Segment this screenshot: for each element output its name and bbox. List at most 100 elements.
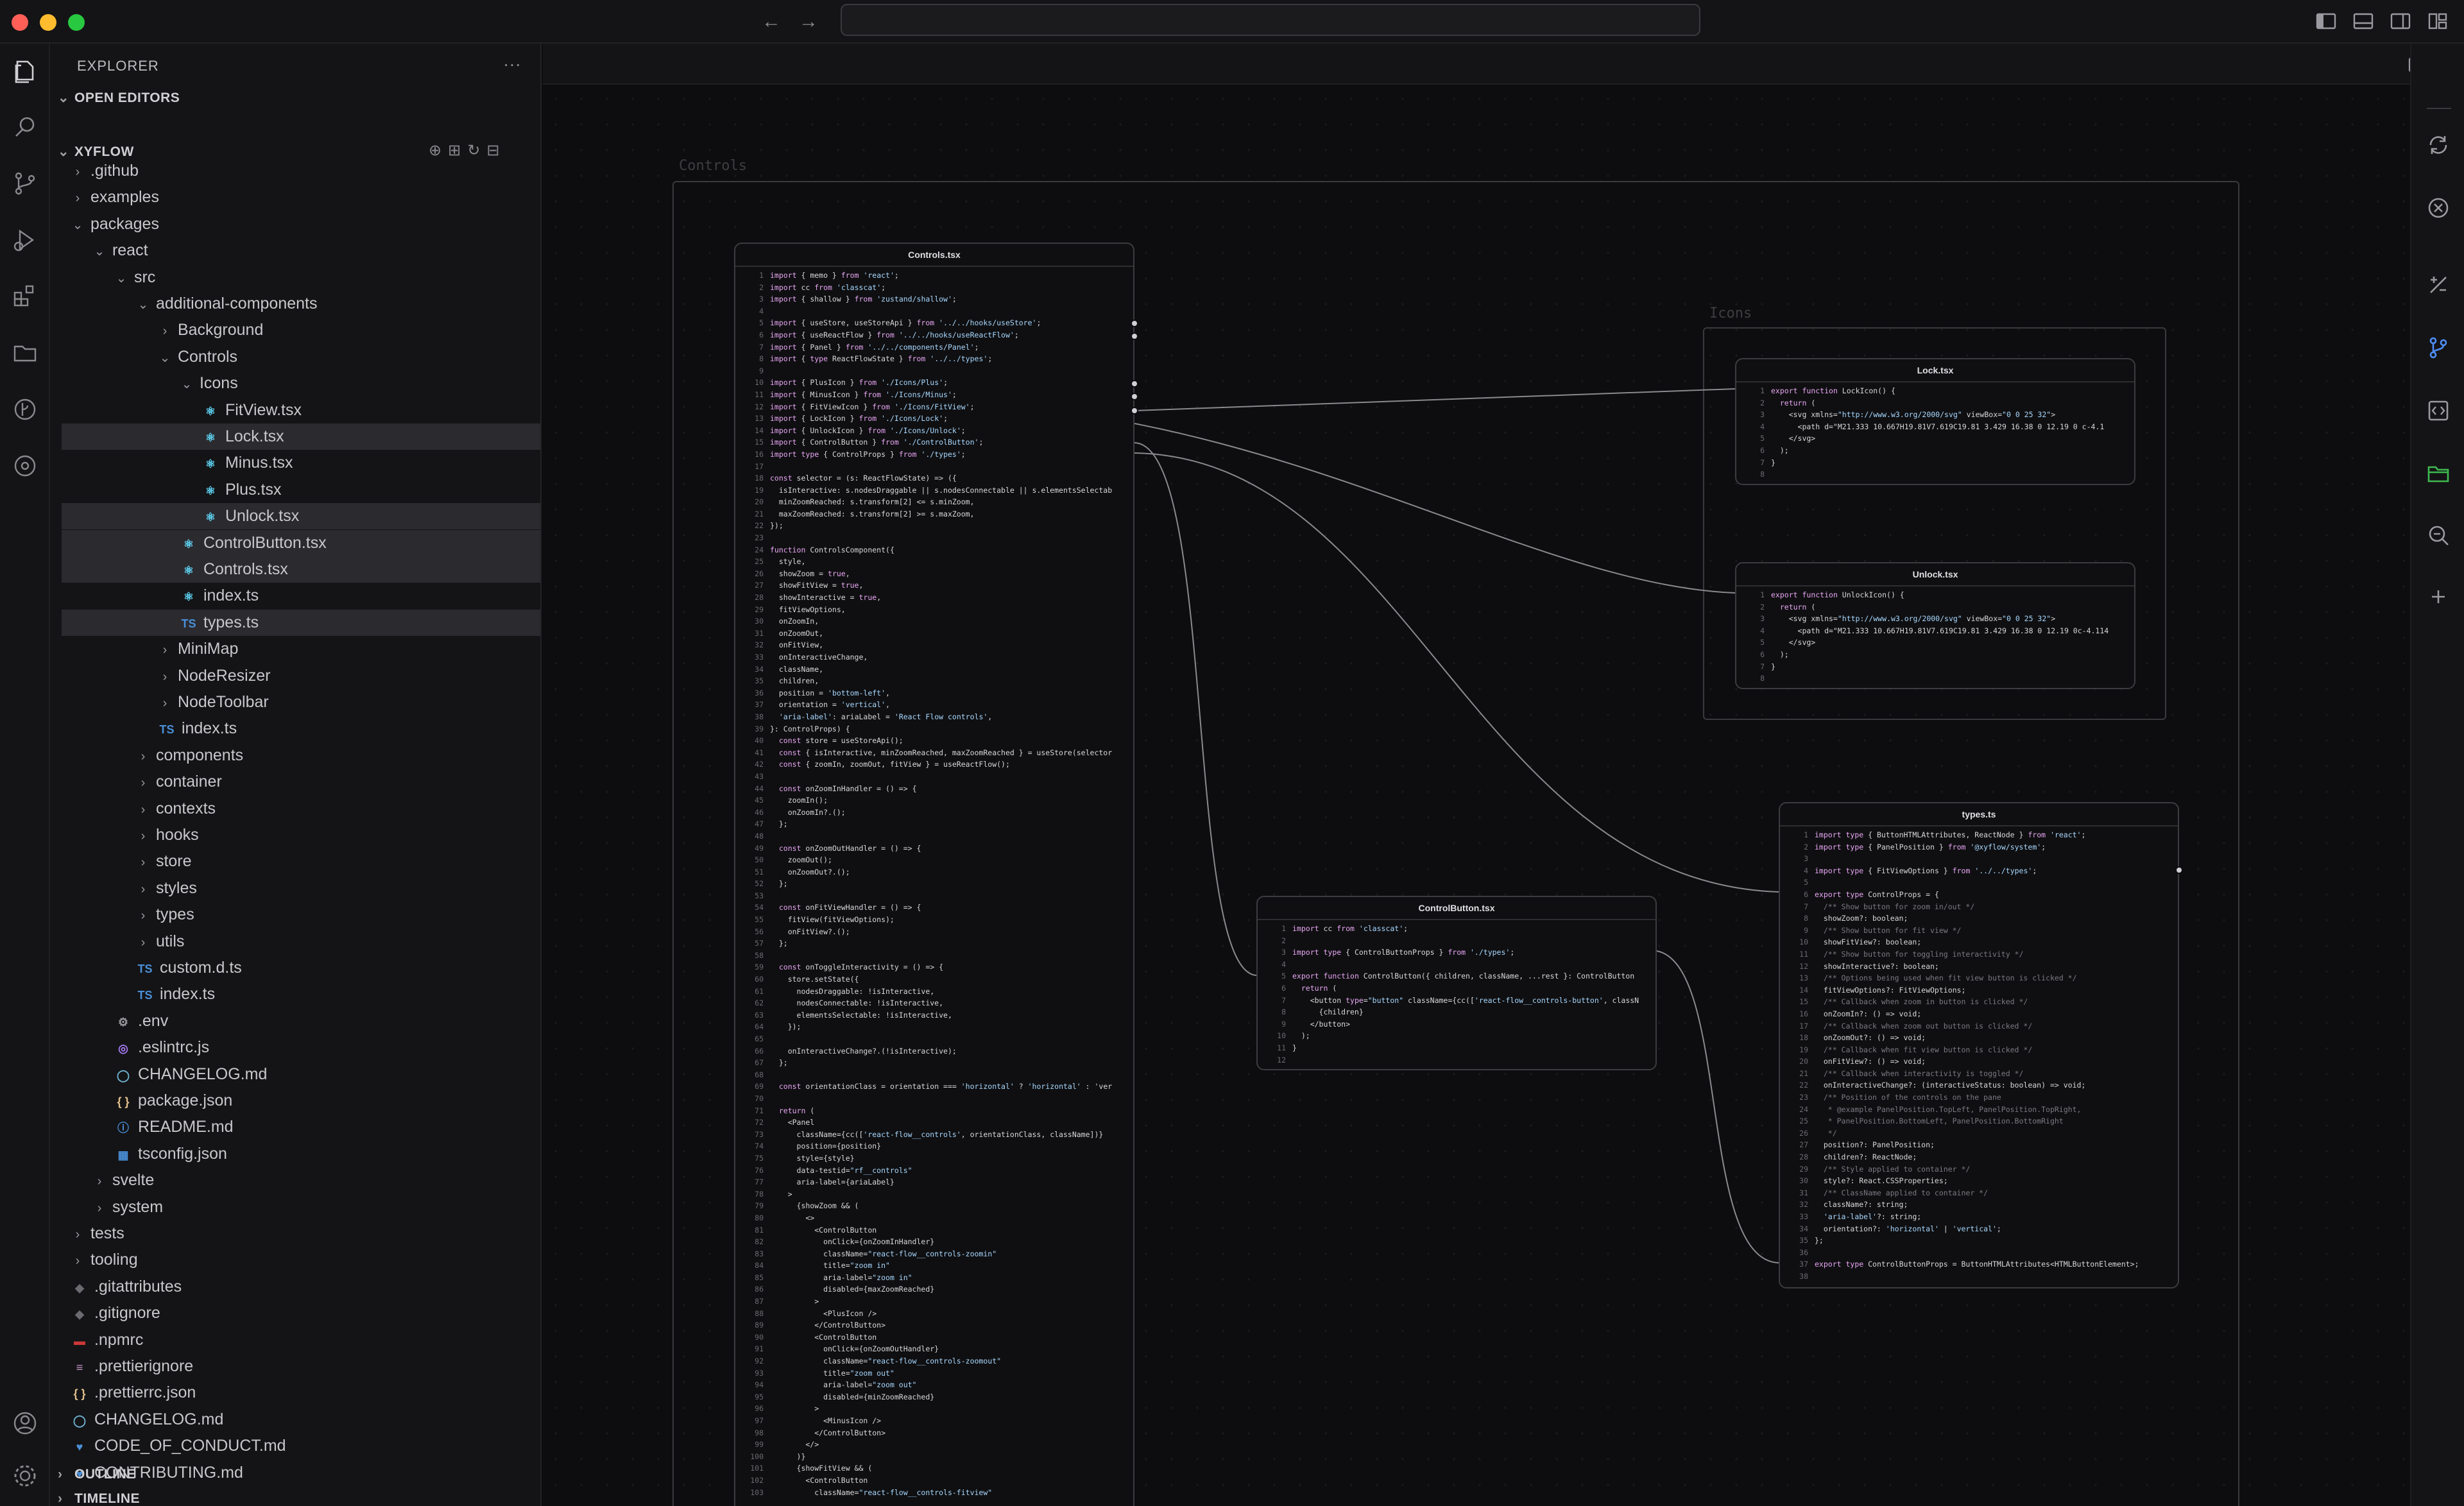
tree-file[interactable]: ⚛ Minus.tsx xyxy=(62,450,540,476)
line-number: 83 xyxy=(755,1249,764,1258)
handle[interactable] xyxy=(1131,320,1138,327)
tree-file[interactable]: { } package.json xyxy=(62,1088,540,1114)
tree-file[interactable]: TS index.ts xyxy=(62,715,540,742)
flow-canvas[interactable]: Controls Icons Controls.tsx 1 import { me… xyxy=(543,86,2410,1506)
add-icon[interactable] xyxy=(2426,584,2451,610)
command-center-search[interactable] xyxy=(841,4,1700,36)
git-branch-icon[interactable] xyxy=(2426,335,2451,361)
tree-file[interactable]: ⚛ Lock.tsx xyxy=(62,424,540,450)
tree-folder[interactable]: › tests xyxy=(62,1220,540,1247)
tree-file[interactable]: ≡ .prettierignore xyxy=(62,1353,540,1380)
forward-arrow-icon[interactable]: → xyxy=(796,9,821,35)
tree-file[interactable]: ◆ .gitignore xyxy=(62,1300,540,1326)
controls-tsx-node[interactable]: Controls.tsx 1 import { memo } from 'reac… xyxy=(734,243,1134,1506)
tree-file[interactable]: ⚛ index.ts xyxy=(62,583,540,609)
zoom-search-icon[interactable] xyxy=(2426,522,2451,548)
handle[interactable] xyxy=(1131,407,1138,415)
controlbutton-tsx-node[interactable]: ControlButton.tsx 1 import cc from 'class… xyxy=(1256,896,1657,1070)
tree-folder[interactable]: › container xyxy=(62,769,540,795)
sync-icon[interactable] xyxy=(2426,132,2451,158)
collapse-all-icon[interactable]: ⊟ xyxy=(486,142,506,159)
tree-folder[interactable]: ⌄ additional-components xyxy=(62,291,540,317)
tree-file[interactable]: ⚙ .env xyxy=(62,1008,540,1034)
tree-file[interactable]: ⚛ Unlock.tsx xyxy=(62,503,540,530)
folder-open-icon[interactable] xyxy=(2426,461,2451,486)
handle[interactable] xyxy=(1131,332,1138,340)
new-file-icon[interactable]: ⊕ xyxy=(429,142,448,159)
close-circle-icon[interactable] xyxy=(2426,195,2451,221)
tree-file[interactable]: TS custom.d.ts xyxy=(62,955,540,981)
tree-folder[interactable]: › types xyxy=(62,902,540,928)
tree-file[interactable]: ⚛ Plus.tsx xyxy=(62,477,540,503)
more-actions-icon[interactable]: ··· xyxy=(503,54,521,74)
open-editors-section[interactable]: ⌄ OPEN EDITORS xyxy=(58,90,180,106)
account-icon[interactable] xyxy=(11,1409,39,1437)
tree-folder[interactable]: › styles xyxy=(62,875,540,902)
tree-file[interactable]: ◯ CHANGELOG.md xyxy=(62,1061,540,1088)
lock-tsx-node[interactable]: Lock.tsx 1 export function LockIcon() {2 … xyxy=(1735,358,2135,485)
tree-file[interactable]: { } .prettierrc.json xyxy=(62,1380,540,1406)
search-icon[interactable] xyxy=(11,113,39,141)
tree-file[interactable]: ◆ .gitattributes xyxy=(62,1274,540,1300)
tree-file[interactable]: ▬ .npmrc xyxy=(62,1327,540,1353)
tree-file[interactable]: ⚛ ControlButton.tsx xyxy=(62,529,540,556)
back-arrow-icon[interactable]: ← xyxy=(758,9,784,35)
tree-file[interactable]: TS index.ts xyxy=(62,981,540,1007)
tree-file[interactable]: ♥ CODE_OF_CONDUCT.md xyxy=(62,1433,540,1459)
timeline-section[interactable]: › TIMELINE xyxy=(58,1491,140,1506)
tree-file[interactable]: ⚛ Controls.tsx xyxy=(62,556,540,583)
tree-file[interactable]: ▦ tsconfig.json xyxy=(62,1141,540,1167)
settings-gear-icon[interactable] xyxy=(11,1462,39,1490)
refresh-icon[interactable]: ↻ xyxy=(467,142,486,159)
toggle-secondary-sidebar-icon[interactable] xyxy=(2390,10,2411,32)
extensions-icon[interactable] xyxy=(11,282,39,311)
outline-section[interactable]: › OUTLINE xyxy=(58,1467,136,1482)
line-number: 93 xyxy=(755,1368,764,1378)
tree-folder[interactable]: ⌄ Controls xyxy=(62,344,540,370)
tree-folder[interactable]: › contexts xyxy=(62,796,540,822)
run-debug-icon[interactable] xyxy=(11,226,39,254)
tree-folder[interactable]: › examples xyxy=(62,184,540,210)
tree-file[interactable]: TS types.ts xyxy=(62,609,540,636)
unlock-tsx-node[interactable]: Unlock.tsx 1 export function UnlockIcon()… xyxy=(1735,562,2135,689)
tree-folder[interactable]: › .github xyxy=(62,158,540,184)
folder-view-icon[interactable] xyxy=(11,339,39,367)
tree-folder[interactable]: ⌄ packages xyxy=(62,211,540,237)
new-folder-icon[interactable]: ⊞ xyxy=(448,142,467,159)
toggle-panel-icon[interactable] xyxy=(2352,10,2374,32)
tree-folder[interactable]: › svelte xyxy=(62,1167,540,1194)
handle[interactable] xyxy=(2175,866,2183,874)
minimize-window-button[interactable] xyxy=(40,14,56,31)
source-control-icon[interactable] xyxy=(11,169,39,198)
close-window-button[interactable] xyxy=(12,14,28,31)
tree-file[interactable]: ⓘ README.md xyxy=(62,1114,540,1140)
handle[interactable] xyxy=(1131,380,1138,388)
git-graph-icon[interactable] xyxy=(11,395,39,424)
code-panel-icon[interactable] xyxy=(2426,398,2451,424)
tree-folder[interactable]: › components xyxy=(62,742,540,769)
tree-folder[interactable]: › NodeToolbar xyxy=(62,689,540,715)
explorer-files-icon[interactable] xyxy=(11,58,39,86)
tree-folder[interactable]: › NodeResizer xyxy=(62,663,540,689)
tree-folder[interactable]: ⌄ Icons xyxy=(62,370,540,397)
handle[interactable] xyxy=(1131,393,1138,400)
remote-explorer-icon[interactable] xyxy=(11,452,39,480)
tree-folder[interactable]: › store xyxy=(62,848,540,875)
diff-icon[interactable] xyxy=(2426,272,2451,298)
tree-file[interactable]: ⚛ FitView.tsx xyxy=(62,397,540,424)
tree-file[interactable]: ◎ .eslintrc.js xyxy=(62,1034,540,1061)
tree-folder[interactable]: › MiniMap xyxy=(62,636,540,662)
tree-folder[interactable]: ⌄ react xyxy=(62,237,540,264)
tree-folder[interactable]: › utils xyxy=(62,928,540,955)
customize-layout-icon[interactable] xyxy=(2427,10,2449,32)
code-line: 93 title="zoom out" xyxy=(742,1367,1133,1380)
tree-folder[interactable]: › Background xyxy=(62,317,540,343)
tree-folder[interactable]: ⌄ src xyxy=(62,264,540,291)
tree-folder[interactable]: › system xyxy=(62,1194,540,1220)
maximize-window-button[interactable] xyxy=(68,14,85,31)
tree-file[interactable]: ◯ CHANGELOG.md xyxy=(62,1407,540,1433)
tree-folder[interactable]: › hooks xyxy=(62,822,540,848)
toggle-primary-sidebar-icon[interactable] xyxy=(2315,10,2337,32)
types-ts-node[interactable]: types.ts 1 import type { ButtonHTMLAttrib… xyxy=(1779,802,2179,1288)
tree-folder[interactable]: › tooling xyxy=(62,1247,540,1273)
